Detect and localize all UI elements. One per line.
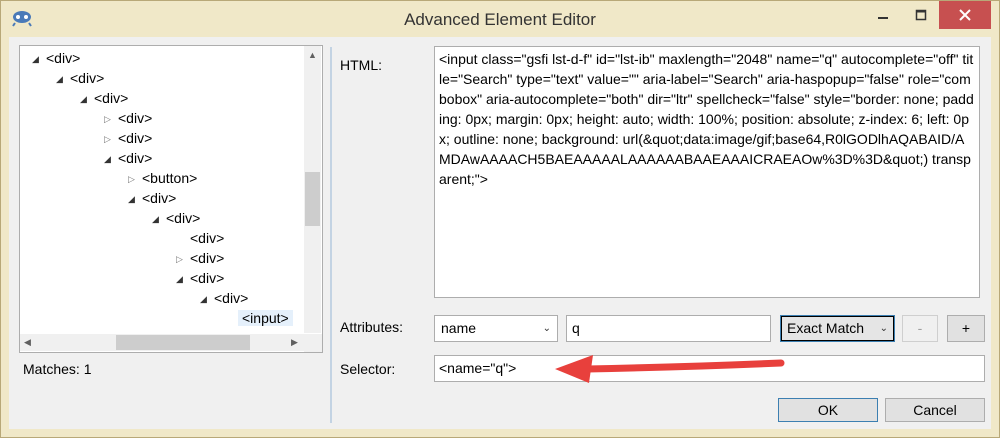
close-icon (959, 9, 971, 21)
collapsed-arrow-icon[interactable]: ▷ (104, 109, 118, 129)
dialog-body: ◢ <div> ◢ <div> ◢ <div> ▷ <div> ▷ <div> ◢ <div> ▷ <bu… (9, 37, 991, 429)
tree-node[interactable]: ◢ <div> (56, 68, 104, 88)
tree-node-label: <div> (214, 290, 249, 306)
tree-node-label: <div> (190, 250, 225, 266)
html-textarea[interactable]: <input class="gsfi lst-d-f" id="lst-ib" … (434, 46, 980, 298)
tree-horizontal-scroll-thumb[interactable] (116, 335, 250, 350)
cancel-button[interactable]: Cancel (885, 398, 985, 422)
html-label: HTML: (340, 57, 382, 73)
chevron-down-icon: ⌄ (542, 323, 551, 334)
tree-node[interactable]: <div> (176, 228, 224, 248)
red-arrow-annotation (555, 355, 785, 383)
expanded-arrow-icon[interactable]: ◢ (200, 289, 214, 309)
tree-node-label: <div> (118, 110, 153, 126)
remove-attribute-button[interactable]: - (902, 315, 938, 342)
advanced-element-editor-window: Advanced Element Editor ◢ <div> ◢ <div> ◢ <di… (0, 0, 1000, 438)
minimize-button[interactable] (863, 1, 903, 29)
tree-node[interactable]: ◢ <div> (200, 288, 248, 308)
tree-node-label: <div> (46, 50, 81, 66)
maximize-icon (915, 9, 927, 21)
minimize-icon (878, 17, 888, 19)
panel-divider[interactable] (330, 47, 332, 423)
title-bar: Advanced Element Editor (1, 1, 999, 37)
attribute-name-value: name (441, 320, 477, 336)
collapsed-arrow-icon[interactable]: ▷ (104, 129, 118, 149)
tree-node[interactable]: ◢ <div> (152, 208, 200, 228)
collapsed-arrow-icon[interactable]: ▷ (128, 169, 142, 189)
scroll-up-icon[interactable]: ▲ (308, 50, 317, 60)
tree-node-label: <input> (238, 310, 293, 326)
tree-node[interactable]: ◢ <div> (128, 188, 176, 208)
expanded-arrow-icon[interactable]: ◢ (32, 49, 46, 69)
tree-node-label: <div> (190, 270, 225, 286)
expanded-arrow-icon[interactable]: ◢ (104, 149, 118, 169)
matches-count: Matches: 1 (23, 361, 92, 377)
expanded-arrow-icon[interactable]: ◢ (80, 89, 94, 109)
tree-node[interactable]: ◢ <div> (176, 268, 224, 288)
element-tree[interactable]: ◢ <div> ◢ <div> ◢ <div> ▷ <div> ▷ <div> ◢ <div> ▷ <bu… (19, 45, 323, 353)
tree-node[interactable]: ◢ <div> (104, 148, 152, 168)
tree-node[interactable]: <input> (224, 308, 293, 328)
add-attribute-button[interactable]: + (947, 315, 985, 342)
tree-vertical-scrollbar[interactable]: ▲ (304, 46, 321, 333)
ok-button[interactable]: OK (778, 398, 878, 422)
tree-vertical-scroll-thumb[interactable] (305, 172, 320, 226)
tree-node-label: <div> (118, 150, 153, 166)
tree-node[interactable]: ▷ <div> (104, 108, 152, 128)
maximize-button[interactable] (903, 1, 939, 29)
attribute-value-input[interactable]: q (566, 315, 771, 342)
tree-node-label: <div> (94, 90, 129, 106)
match-mode-value: Exact Match (787, 320, 865, 336)
expanded-arrow-icon[interactable]: ◢ (152, 209, 166, 229)
scroll-right-icon[interactable]: ▶ (291, 337, 298, 348)
tree-node-label: <button> (142, 170, 198, 186)
match-mode-dropdown[interactable]: Exact Match ⌄ (780, 315, 895, 342)
tree-node-label: <div> (190, 230, 225, 246)
tree-node[interactable]: ▷ <button> (128, 168, 197, 188)
tree-node-label: <div> (166, 210, 201, 226)
tree-node[interactable]: ◢ <div> (80, 88, 128, 108)
tree-node[interactable]: ▷ <div> (104, 128, 152, 148)
scroll-left-icon[interactable]: ◀ (24, 337, 31, 348)
expanded-arrow-icon[interactable]: ◢ (176, 269, 190, 289)
collapsed-arrow-icon[interactable]: ▷ (176, 249, 190, 269)
tree-horizontal-scrollbar[interactable]: ◀ ▶ (20, 334, 304, 351)
expanded-arrow-icon[interactable]: ◢ (56, 69, 70, 89)
attributes-label: Attributes: (340, 319, 404, 335)
selector-label: Selector: (340, 361, 396, 377)
tree-node[interactable]: ◢ <div> (32, 48, 80, 68)
tree-node-label: <div> (70, 70, 105, 86)
close-button[interactable] (939, 1, 991, 29)
scroll-corner (304, 334, 322, 352)
chevron-down-icon: ⌄ (879, 323, 888, 334)
tree-node[interactable]: ▷ <div> (176, 248, 224, 268)
tree-node-label: <div> (142, 190, 177, 206)
window-title: Advanced Element Editor (404, 10, 596, 29)
expanded-arrow-icon[interactable]: ◢ (128, 189, 142, 209)
attribute-name-dropdown[interactable]: name ⌄ (434, 315, 558, 342)
tree-node-label: <div> (118, 130, 153, 146)
